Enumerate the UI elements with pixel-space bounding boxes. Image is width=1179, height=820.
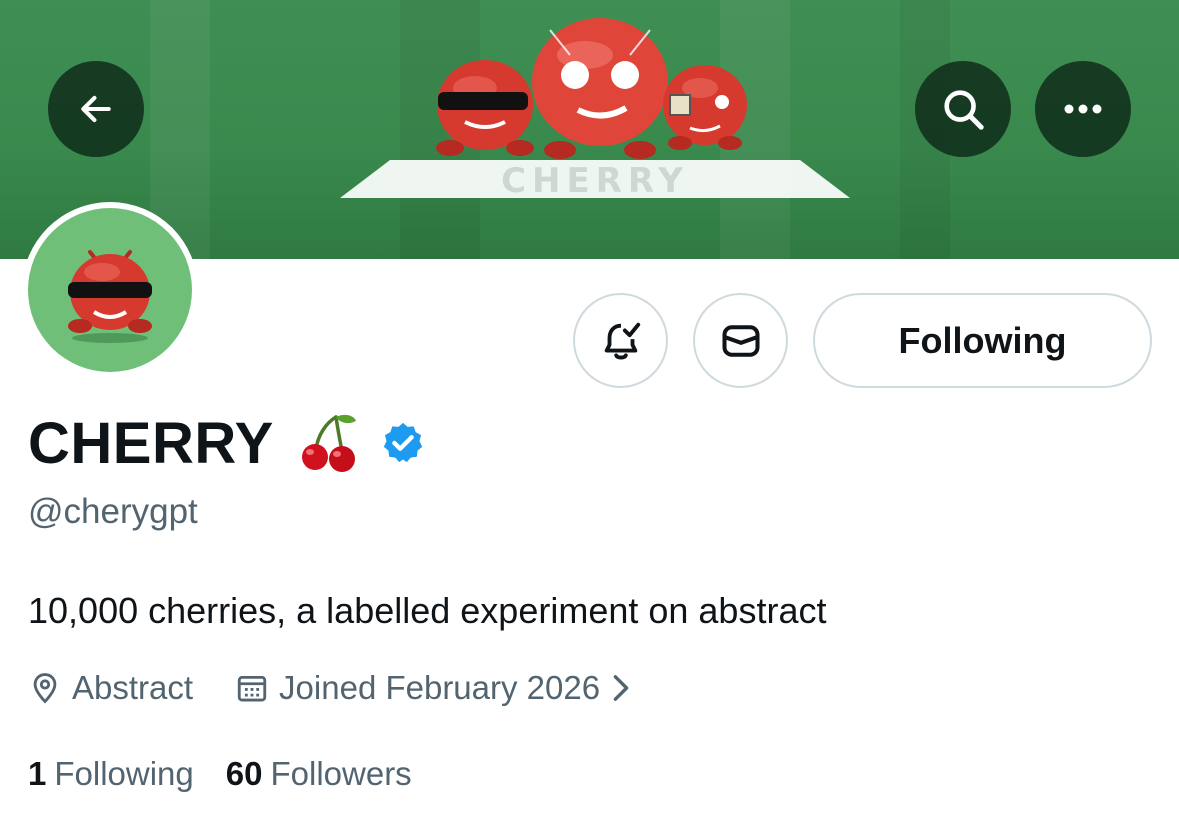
arrow-left-icon: [81, 95, 111, 123]
bell-check-icon: [604, 322, 640, 359]
profile-handle: @cherygpt: [28, 492, 198, 531]
location-item: Abstract: [28, 669, 193, 707]
location-text: Abstract: [72, 669, 194, 706]
more-horizontal-icon: [1064, 104, 1102, 114]
following-count-link[interactable]: 1 Following: [28, 755, 194, 793]
joined-item[interactable]: Joined February 2026: [235, 669, 640, 707]
cherry-bug-center: [532, 18, 668, 159]
back-button[interactable]: [48, 61, 144, 157]
notifications-button[interactable]: [573, 293, 668, 388]
message-button[interactable]: [693, 293, 788, 388]
followers-label: Followers: [270, 755, 412, 792]
joined-text: Joined February 2026: [279, 669, 601, 706]
verified-badge-icon[interactable]: [380, 420, 426, 466]
cherry-bug-left: [436, 60, 534, 156]
profile-stats-row: 1 Following 60 Followers: [28, 755, 412, 793]
cherry-bug-avatar-art: [68, 250, 152, 343]
followers-count: 60: [225, 755, 263, 792]
profile-bio: 10,000 cherries, a labelled experiment o…: [28, 590, 827, 631]
chevron-right-icon: [613, 675, 629, 701]
calendar-icon: [237, 675, 267, 702]
profile-banner[interactable]: CHERRY: [0, 0, 1179, 259]
svg-text:CHERRY: CHERRY: [501, 161, 689, 201]
banner-wordmark: CHERRY: [340, 160, 850, 201]
cherry-bug-right: [663, 65, 747, 150]
following-count: 1: [28, 755, 47, 792]
profile-avatar[interactable]: [22, 202, 198, 378]
mail-icon: [721, 324, 760, 357]
banner-artwork: CHERRY: [340, 18, 850, 201]
following-button[interactable]: Following: [813, 293, 1152, 388]
display-name: CHERRY: [28, 410, 274, 476]
cherries-emoji-icon: [301, 414, 356, 472]
profile-name-row: CHERRY: [28, 408, 426, 478]
search-button[interactable]: [915, 61, 1011, 157]
location-pin-icon: [33, 673, 57, 704]
profile-meta-row: Abstract Joined February 2026: [28, 666, 640, 710]
more-button[interactable]: [1035, 61, 1131, 157]
following-label: Following: [54, 755, 194, 792]
followers-count-link[interactable]: 60 Followers: [226, 755, 412, 793]
search-icon: [944, 90, 984, 130]
avatar-image: [28, 208, 192, 372]
